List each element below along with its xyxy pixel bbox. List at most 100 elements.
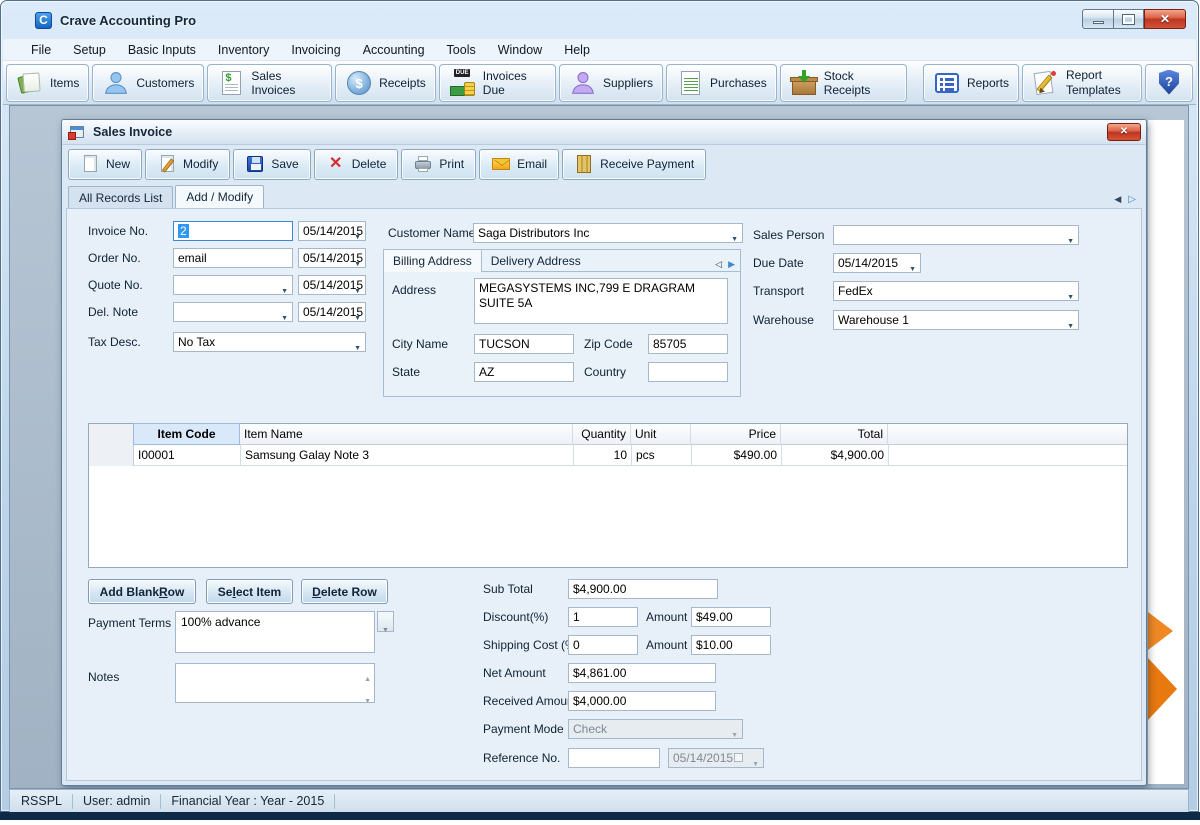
menu-accounting[interactable]: Accounting — [352, 41, 436, 59]
quote-date-combo[interactable]: 05/14/2015 — [298, 275, 366, 295]
toolbar-receipts-button[interactable]: $ Receipts — [335, 63, 436, 102]
sub-total-field[interactable]: $4,900.00 — [568, 579, 718, 599]
tax-desc-combo[interactable]: No Tax — [173, 332, 366, 352]
receive-payment-button[interactable]: Receive Payment — [562, 148, 707, 180]
warehouse-combo[interactable]: Warehouse 1 — [833, 310, 1079, 330]
discount-amount-label: Amount — [646, 610, 688, 624]
invoice-no-field[interactable]: 2 — [173, 221, 293, 241]
dropdown-arrow-icon — [1067, 288, 1074, 302]
due-date-combo[interactable]: 05/14/2015 — [833, 253, 921, 273]
payment-terms-dropdown-button[interactable] — [377, 611, 394, 632]
toolbar-customers-button[interactable]: Customers — [92, 63, 205, 102]
cell-item-code[interactable]: I00001 — [134, 445, 241, 466]
new-button[interactable]: New — [68, 148, 143, 180]
toolbar-help-button[interactable]: ? — [1145, 63, 1193, 102]
prev-address-tab-icon[interactable] — [715, 254, 722, 272]
discount-percent-field[interactable]: 1 — [568, 607, 638, 627]
tab-billing-address[interactable]: Billing Address — [384, 250, 482, 272]
select-item-button[interactable]: Se l ect Item — [206, 579, 293, 604]
modify-button[interactable]: Modify — [145, 148, 231, 180]
reference-date-combo[interactable]: 05/14/2015 — [668, 748, 764, 768]
add-blank-row-button[interactable]: Add Blank Row — [88, 579, 196, 604]
reference-no-field[interactable] — [568, 748, 660, 768]
col-item-name[interactable]: Item Name — [240, 424, 573, 445]
menu-tools[interactable]: Tools — [436, 41, 487, 59]
row-selector-header[interactable] — [89, 424, 134, 445]
invoices-due-icon: DUE — [449, 68, 477, 97]
shipping-percent-field[interactable]: 0 — [568, 635, 638, 655]
order-no-field[interactable]: email — [173, 248, 293, 268]
tax-desc-label: Tax Desc. — [88, 335, 141, 349]
delete-button[interactable]: ✕ Delete — [313, 148, 399, 180]
toolbar-reports-button[interactable]: Reports — [922, 63, 1019, 102]
toolbar-suppliers-button[interactable]: Suppliers — [558, 63, 664, 102]
country-field[interactable] — [648, 362, 728, 382]
order-date-combo[interactable]: 05/14/2015 — [298, 248, 366, 268]
warehouse-label: Warehouse — [753, 313, 814, 327]
cell-unit[interactable]: pcs — [632, 445, 692, 466]
toolbar-report-templates-button[interactable]: Report Templates — [1022, 63, 1142, 102]
menu-file[interactable]: File — [20, 41, 62, 59]
net-amount-field[interactable]: $4,861.00 — [568, 663, 716, 683]
payment-mode-combo[interactable]: Check — [568, 719, 743, 739]
cell-quantity[interactable]: 10 — [574, 445, 632, 466]
customer-name-combo[interactable]: Saga Distributors Inc — [473, 223, 743, 243]
sales-invoice-close-button[interactable]: ✕ — [1107, 123, 1141, 141]
toolbar-stock-receipts-button[interactable]: Stock Receipts — [779, 63, 907, 102]
col-total[interactable]: Total — [781, 424, 888, 445]
toolbar-invoices-due-button[interactable]: DUE Invoices Due — [438, 63, 556, 102]
save-button[interactable]: Save — [233, 148, 311, 180]
menu-window[interactable]: Window — [487, 41, 553, 59]
close-button[interactable]: ✕ — [1144, 9, 1186, 29]
minimize-button[interactable] — [1082, 9, 1114, 29]
tab-delivery-address[interactable]: Delivery Address — [482, 250, 590, 272]
cell-price[interactable]: $490.00 — [692, 445, 782, 466]
toolbar-sales-invoices-button[interactable]: $ Sales Invoices — [207, 63, 333, 102]
cell-item-name[interactable]: Samsung Galay Note 3 — [241, 445, 574, 466]
notes-field[interactable] — [175, 663, 375, 703]
next-tab-icon[interactable] — [1128, 189, 1136, 207]
col-price[interactable]: Price — [691, 424, 781, 445]
shipping-label: Shipping Cost (%) — [483, 638, 580, 652]
address-field[interactable]: MEGASYSTEMS INC,799 E DRAGRAM SUITE 5A — [474, 278, 728, 324]
menu-invoicing[interactable]: Invoicing — [280, 41, 351, 59]
toolbar-items-button[interactable]: Items — [6, 63, 90, 102]
delete-row-button[interactable]: Delete Row — [301, 579, 388, 604]
prev-tab-icon[interactable] — [1114, 189, 1121, 207]
menu-help[interactable]: Help — [553, 41, 601, 59]
maximize-button[interactable] — [1114, 9, 1144, 29]
payment-terms-field[interactable]: 100% advance — [175, 611, 375, 653]
quote-no-combo[interactable] — [173, 275, 293, 295]
menu-basic-inputs[interactable]: Basic Inputs — [117, 41, 207, 59]
received-amount-field[interactable]: $4,000.00 — [568, 691, 716, 711]
row-selector[interactable] — [89, 445, 134, 466]
city-field[interactable]: TUCSON — [474, 334, 574, 354]
email-button[interactable]: Email — [479, 148, 560, 180]
del-note-date-combo[interactable]: 05/14/2015 — [298, 302, 366, 322]
del-note-combo[interactable] — [173, 302, 293, 322]
state-field[interactable]: AZ — [474, 362, 574, 382]
zip-field[interactable]: 85705 — [648, 334, 728, 354]
next-address-tab-icon[interactable] — [728, 254, 735, 272]
transport-combo[interactable]: FedEx — [833, 281, 1079, 301]
col-item-code[interactable]: Item Code — [133, 423, 240, 445]
app-titlebar[interactable]: C Crave Accounting Pro ✕ — [1, 1, 1198, 39]
col-quantity[interactable]: Quantity — [573, 424, 631, 445]
invoice-date-combo[interactable]: 05/14/2015 — [298, 221, 366, 241]
notes-scroll[interactable] — [364, 668, 371, 708]
discount-amount-field[interactable]: $49.00 — [691, 607, 771, 627]
toolbar-purchases-button[interactable]: Purchases — [666, 63, 777, 102]
tab-add-modify[interactable]: Add / Modify — [175, 185, 265, 208]
suppliers-icon — [569, 69, 597, 97]
shipping-amount-field[interactable]: $10.00 — [691, 635, 771, 655]
cell-total[interactable]: $4,900.00 — [782, 445, 889, 466]
menu-setup[interactable]: Setup — [62, 41, 117, 59]
tab-all-records-list[interactable]: All Records List — [68, 186, 174, 208]
del-note-label: Del. Note — [88, 305, 139, 319]
sales-invoice-titlebar[interactable]: Sales Invoice — [62, 120, 1146, 145]
print-button[interactable]: Print — [401, 148, 477, 180]
col-unit[interactable]: Unit — [631, 424, 691, 445]
sales-person-combo[interactable] — [833, 225, 1079, 245]
date-checkbox[interactable] — [734, 753, 743, 762]
menu-inventory[interactable]: Inventory — [207, 41, 280, 59]
